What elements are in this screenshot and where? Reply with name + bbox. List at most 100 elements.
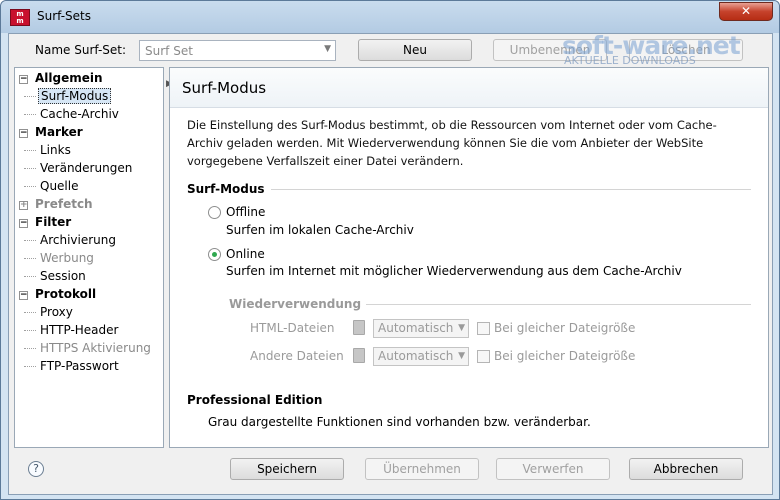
other-files-label: Andere Dateien: [250, 349, 344, 363]
surf-set-combo[interactable]: Surf Set ▼: [139, 40, 336, 61]
tree-branch-line: [24, 168, 36, 169]
reuse-section-label: Wiederverwendung: [229, 297, 362, 311]
online-label[interactable]: Online: [226, 247, 265, 261]
other-files-combo[interactable]: Automatisch ▼: [373, 347, 469, 366]
tree-label: Marker: [35, 125, 83, 139]
dialog-content: Name Surf-Set: Surf Set ▼ Neu Umbenennen…: [8, 31, 773, 495]
tree-group-marker[interactable]: − Marker: [19, 123, 85, 141]
surf-set-bar: Name Surf-Set: Surf Set ▼ Neu Umbenennen…: [9, 31, 772, 67]
html-files-combo-value: Automatisch: [378, 321, 454, 335]
tree-group-filter[interactable]: − Filter: [19, 213, 73, 231]
chevron-down-icon: ▼: [458, 323, 465, 333]
collapse-icon[interactable]: −: [19, 291, 28, 300]
panel-title: Surf-Modus: [182, 79, 267, 97]
window-title: Surf-Sets: [37, 9, 92, 23]
chevron-down-icon: ▼: [458, 351, 465, 361]
discard-button[interactable]: Verwerfen: [496, 458, 610, 480]
tree-item-session[interactable]: Session: [24, 267, 88, 285]
tree-branch-line: [24, 312, 36, 313]
chevron-down-icon: ▼: [324, 44, 331, 54]
panel-description: Die Einstellung des Surf-Modus bestimmt,…: [187, 118, 717, 168]
professional-description: Grau dargestellte Funktionen sind vorhan…: [208, 415, 591, 429]
collapse-icon[interactable]: −: [19, 219, 28, 228]
tree-label: HTTP-Header: [40, 323, 119, 337]
tree-label: Veränderungen: [40, 161, 133, 175]
tree-label: Links: [40, 143, 71, 157]
title-bar[interactable]: mm Surf-Sets ✕: [1, 1, 779, 33]
offline-description: Surfen im lokalen Cache-Archiv: [226, 223, 414, 237]
tree-branch-line: [24, 186, 36, 187]
tree-group-protokoll[interactable]: − Protokoll: [19, 285, 98, 303]
tree-item-links[interactable]: Links: [24, 141, 73, 159]
tree-label: Session: [40, 269, 86, 283]
tree-branch-line: [24, 330, 36, 331]
new-button[interactable]: Neu: [358, 39, 472, 61]
help-icon[interactable]: ?: [28, 461, 44, 477]
collapse-icon[interactable]: −: [19, 129, 28, 138]
html-files-combo[interactable]: Automatisch ▼: [373, 319, 469, 338]
surf-set-label: Name Surf-Set:: [35, 43, 127, 57]
other-files-combo-value: Automatisch: [378, 349, 454, 363]
expand-icon[interactable]: +: [19, 201, 28, 210]
offline-label[interactable]: Offline: [226, 205, 265, 219]
main-window: mm Surf-Sets ✕ Name Surf-Set: Surf Set ▼…: [0, 0, 780, 500]
save-button[interactable]: Speichern: [230, 458, 344, 480]
tree-group-prefetch[interactable]: + Prefetch: [19, 195, 95, 213]
tree-item-surf-modus[interactable]: Surf-Modus: [24, 87, 112, 105]
tree-branch-line: [24, 240, 36, 241]
other-same-size-checkbox[interactable]: [477, 350, 490, 363]
online-radio[interactable]: [208, 248, 221, 261]
close-button[interactable]: ✕: [719, 2, 773, 21]
tree-label: Proxy: [40, 305, 73, 319]
html-same-size-label[interactable]: Bei gleicher Dateigröße: [494, 321, 635, 335]
tree-branch-line: [24, 348, 36, 349]
tree-label: Cache-Archiv: [40, 107, 119, 121]
surf-set-combo-value: Surf Set: [145, 44, 193, 58]
tree-label: Surf-Modus: [38, 88, 112, 104]
online-description: Surfen im Internet mit möglicher Wiederv…: [226, 264, 682, 278]
lock-icon: [353, 320, 365, 335]
html-files-label: HTML-Dateien: [250, 321, 335, 335]
section-divider: [271, 189, 751, 190]
tree-label: Quelle: [40, 179, 79, 193]
apply-button[interactable]: Übernehmen: [365, 458, 479, 480]
settings-tree: − Allgemein Surf-Modus Cache-Archiv − Mark…: [14, 67, 164, 448]
tree-branch-line: [24, 114, 36, 115]
tree-branch-line: [24, 150, 36, 151]
tree-label: Protokoll: [35, 287, 97, 301]
settings-panel: Surf-Modus Die Einstellung des Surf-Modu…: [169, 67, 769, 448]
tree-label: Archivierung: [40, 233, 116, 247]
panel-header: Surf-Modus: [170, 68, 768, 108]
offline-radio[interactable]: [208, 206, 221, 219]
watermark-subtext: AKTUELLE DOWNLOADS: [564, 54, 696, 67]
tree-item-archivierung[interactable]: Archivierung: [24, 231, 118, 249]
collapse-icon[interactable]: −: [19, 75, 28, 84]
other-same-size-label[interactable]: Bei gleicher Dateigröße: [494, 349, 635, 363]
tree-label: Allgemein: [35, 71, 103, 85]
tree-label: FTP-Passwort: [40, 359, 119, 373]
watermark: soft-ware.net AKTUELLE DOWNLOADS: [562, 31, 772, 67]
tree-branch-line: [24, 258, 36, 259]
app-logo-icon: mm: [10, 9, 30, 26]
tree-label: HTTPS Aktivierung: [40, 341, 151, 355]
tree-item-veraenderungen[interactable]: Veränderungen: [24, 159, 134, 177]
lock-icon: [353, 348, 365, 363]
html-same-size-checkbox[interactable]: [477, 322, 490, 335]
surf-mode-section-label: Surf-Modus: [187, 182, 265, 196]
cancel-button[interactable]: Abbrechen: [629, 458, 743, 480]
tree-label: Werbung: [40, 251, 94, 265]
tree-item-proxy[interactable]: Proxy: [24, 303, 75, 321]
tree-group-allgemein[interactable]: − Allgemein: [19, 69, 105, 87]
tree-label: Prefetch: [35, 197, 93, 211]
tree-item-quelle[interactable]: Quelle: [24, 177, 80, 195]
tree-item-werbung[interactable]: Werbung: [24, 249, 96, 267]
tree-item-https-aktivierung[interactable]: HTTPS Aktivierung: [24, 339, 153, 357]
tree-branch-line: [24, 366, 36, 367]
tree-item-cache-archiv[interactable]: Cache-Archiv: [24, 105, 121, 123]
section-divider: [366, 304, 751, 305]
tree-item-http-header[interactable]: HTTP-Header: [24, 321, 120, 339]
professional-section-label: Professional Edition: [187, 393, 323, 407]
tree-branch-line: [24, 276, 36, 277]
tree-item-ftp-passwort[interactable]: FTP-Passwort: [24, 357, 121, 375]
tree-label: Filter: [35, 215, 72, 229]
